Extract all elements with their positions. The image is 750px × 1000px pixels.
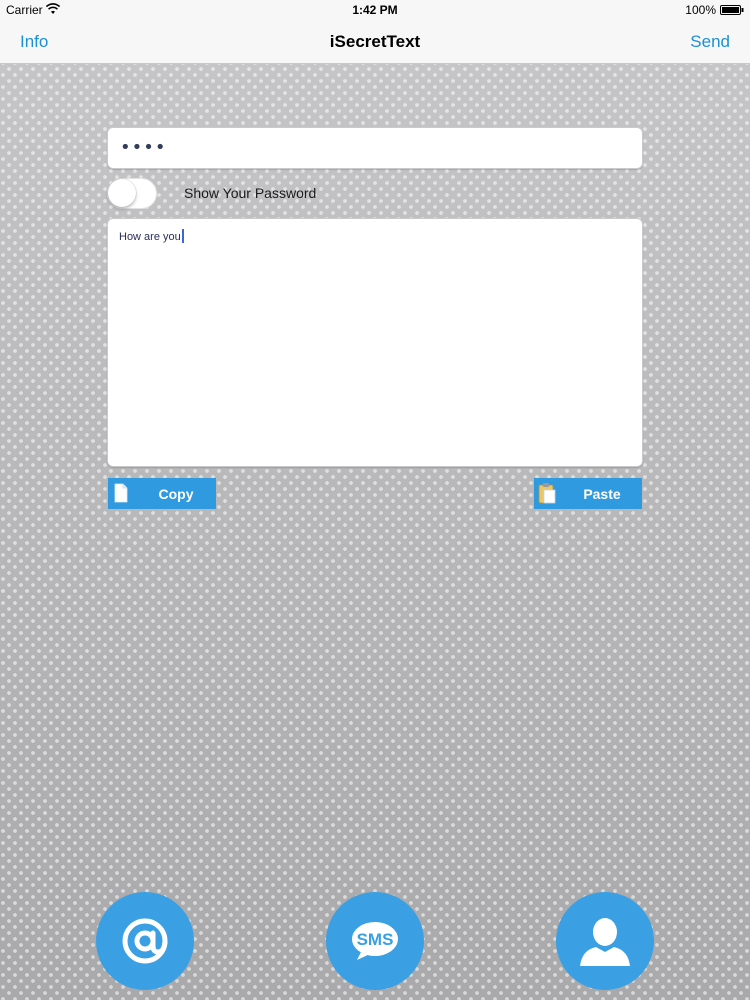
send-button[interactable]: Send xyxy=(690,32,730,52)
password-value: •••• xyxy=(120,137,167,158)
contacts-button[interactable] xyxy=(556,892,654,990)
password-field[interactable]: •••• xyxy=(107,127,643,169)
message-textarea[interactable]: How are you xyxy=(107,218,643,467)
at-sign-icon xyxy=(122,918,168,964)
document-icon xyxy=(114,483,128,503)
email-button[interactable] xyxy=(96,892,194,990)
person-icon xyxy=(580,918,630,966)
status-bar: Carrier 1:42 PM 100% xyxy=(0,0,750,20)
paste-button[interactable]: Paste xyxy=(534,478,642,509)
copy-button[interactable]: Copy xyxy=(108,478,216,509)
message-text: How are you xyxy=(119,229,184,243)
battery-icon xyxy=(720,5,744,15)
battery-percent: 100% xyxy=(685,3,716,17)
nav-bar: Info iSecretText Send xyxy=(0,20,750,64)
app-screen: Carrier 1:42 PM 100% Info iSecretText Se… xyxy=(0,0,750,1000)
status-time: 1:42 PM xyxy=(352,3,398,17)
sms-button[interactable]: SMS xyxy=(326,892,424,990)
sms-label: SMS xyxy=(357,930,394,949)
toggle-knob xyxy=(108,179,136,207)
show-password-label: Show Your Password xyxy=(184,185,317,201)
paste-label: Paste xyxy=(583,486,621,502)
speech-bubble-icon: SMS xyxy=(352,922,398,960)
text-cursor xyxy=(181,229,184,243)
clipboard-icon xyxy=(538,483,556,504)
page-title: iSecretText xyxy=(329,32,421,51)
copy-label: Copy xyxy=(158,486,194,502)
show-password-toggle[interactable] xyxy=(107,178,157,209)
message-value: How are you xyxy=(119,231,181,243)
